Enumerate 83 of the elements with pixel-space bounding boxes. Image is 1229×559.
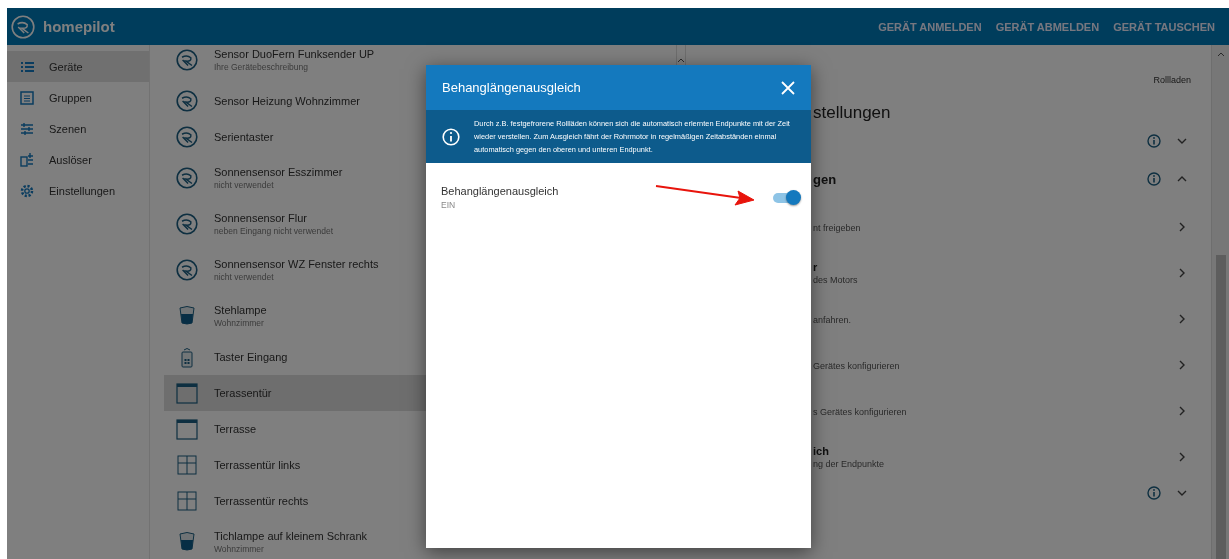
chevron-right-icon[interactable]: [1179, 360, 1185, 370]
header-button[interactable]: GERÄT ANMELDEN: [872, 16, 988, 37]
info-icon: [1147, 172, 1161, 186]
setting-description: anfahren.: [813, 315, 853, 325]
lamp-icon: [176, 305, 198, 327]
chevron-right-icon[interactable]: [1179, 406, 1185, 416]
device-logo-icon: [176, 167, 198, 189]
window-icon: [176, 454, 198, 476]
info-icon: [1147, 486, 1161, 500]
device-description: Wohnzimmer: [214, 544, 265, 554]
device-item[interactable]: Taster Eingang: [164, 339, 676, 375]
chevron-right-icon[interactable]: [1179, 268, 1185, 278]
header-button[interactable]: GERÄT TAUSCHEN: [1107, 16, 1221, 37]
device-name: Taster Eingang: [214, 351, 288, 363]
dialog-title: Behanglängenausgleich: [442, 80, 581, 95]
device-name: Terassentür: [214, 387, 272, 399]
lamp-icon: [176, 531, 198, 553]
setting-description: Gerätes konfigurieren: [813, 361, 901, 371]
device-name: Terrassentür links: [214, 459, 301, 471]
sidebar-item[interactable]: Geräte: [7, 51, 149, 82]
device-name: Terrasse: [214, 423, 257, 435]
device-item[interactable]: Terrassentür rechts: [164, 483, 676, 519]
device-logo-icon: [176, 213, 198, 235]
sidebar-item[interactable]: Einstellungen: [7, 175, 149, 206]
device-item[interactable]: Terrassentür links: [164, 447, 676, 483]
chevron-down-icon[interactable]: [1177, 490, 1187, 496]
device-name: Tichlampe auf kleinem Schrank: [214, 530, 368, 542]
window-icon: [176, 382, 198, 404]
device-item[interactable]: Sensor DuoFern Funksender UP Ihre Gerätebeschreibung: [164, 45, 676, 83]
setting-title: ich: [813, 445, 830, 457]
info-icon: [442, 127, 460, 146]
setting-description: des Motors: [813, 275, 859, 285]
device-item[interactable]: Sonnensensor WZ Fenster rechts nicht verwendet: [164, 247, 676, 293]
close-icon[interactable]: [781, 80, 795, 95]
setting-description: ng der Endpunkte: [813, 459, 886, 469]
chevron-down-icon[interactable]: [1177, 138, 1187, 144]
scroll-up-icon: [677, 57, 685, 63]
toggle-switch[interactable]: [773, 192, 799, 203]
header-button[interactable]: GERÄT ABMELDEN: [989, 16, 1106, 37]
device-type: Rollladen: [1152, 74, 1191, 87]
chevron-right-icon[interactable]: [1179, 452, 1185, 462]
setting-description: s Gerätes konfigurieren: [813, 407, 908, 417]
device-logo-icon: [176, 90, 198, 112]
chevron-right-icon[interactable]: [1179, 222, 1185, 232]
gear-icon: [19, 182, 35, 199]
chevron-up-icon[interactable]: [1177, 176, 1187, 182]
device-description: nicht verwendet: [214, 180, 275, 190]
device-description: neben Eingang nicht verwendet: [214, 226, 334, 236]
device-name: Stehlampe: [214, 304, 267, 316]
scroll-up-icon: [1216, 51, 1225, 57]
device-description: Wohnzimmer: [214, 318, 265, 328]
scrollbar-thumb[interactable]: [1215, 255, 1226, 559]
info-icon: [1147, 134, 1161, 148]
device-item[interactable]: Tichlampe auf kleinem Schrank Wohnzimmer: [164, 519, 676, 559]
device-name: Terrassentür rechts: [214, 495, 309, 507]
window-icon: [176, 490, 198, 512]
setting-label: Behanglängenausgleich: [441, 185, 559, 197]
section-heading: stellungen: [813, 103, 891, 123]
device-description: nicht verwendet: [214, 272, 275, 282]
device-item[interactable]: Terrasse: [164, 411, 676, 447]
device-description: Ihre Gerätebeschreibung: [214, 62, 310, 72]
setting-title: r: [813, 261, 819, 273]
device-item[interactable]: Stehlampe Wohnzimmer: [164, 293, 676, 339]
brand-name: homepilot: [43, 18, 115, 35]
device-name: Sonnensensor WZ Fenster rechts: [214, 258, 379, 270]
setting-value: EIN: [441, 200, 457, 210]
device-logo-icon: [176, 126, 198, 148]
sidebar-item[interactable]: Auslöser: [7, 144, 149, 175]
device-name: Serientaster: [214, 131, 274, 143]
device-name: Sonnensensor Flur: [214, 212, 308, 224]
setting-description: nt freigeben: [813, 223, 862, 233]
device-name: Sonnensensor Esszimmer: [214, 166, 343, 178]
chevron-right-icon[interactable]: [1179, 314, 1185, 324]
window-icon: [176, 418, 198, 440]
sidebar-item[interactable]: Szenen: [7, 113, 149, 144]
section-title: gen: [813, 172, 837, 187]
sidebar-item[interactable]: Gruppen: [7, 82, 149, 113]
device-logo-icon: [176, 259, 198, 281]
logo-icon: [11, 14, 35, 39]
scrollbar[interactable]: [1211, 45, 1229, 559]
device-name: Sensor DuoFern Funksender UP: [214, 48, 375, 60]
device-name: Sensor Heizung Wohnzimmer: [214, 95, 360, 107]
device-logo-icon: [176, 49, 198, 71]
